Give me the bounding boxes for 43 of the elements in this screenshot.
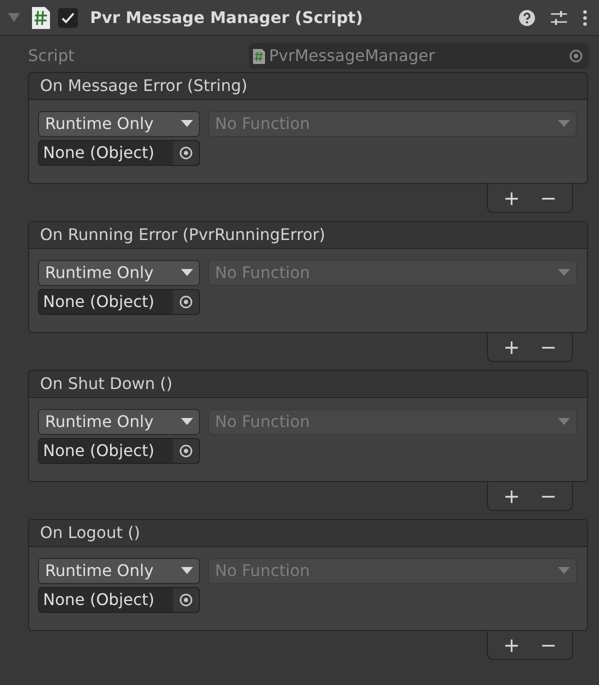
event-header: On Running Error (PvrRunningError) <box>28 221 588 249</box>
dropdown-arrow-icon <box>181 269 193 277</box>
add-button[interactable]: + <box>497 486 526 506</box>
script-file-icon <box>32 6 50 28</box>
checkmark-icon <box>61 12 75 24</box>
dropdown-arrow-icon <box>558 120 570 128</box>
mode-dropdown[interactable]: Runtime Only <box>38 111 200 137</box>
object-field[interactable]: None (Object) <box>38 289 200 315</box>
remove-button[interactable]: − <box>534 635 563 655</box>
remove-button[interactable]: − <box>534 486 563 506</box>
add-button[interactable]: + <box>497 337 526 357</box>
script-field[interactable]: PvrMessageManager <box>249 43 589 69</box>
dropdown-arrow-icon <box>181 120 193 128</box>
more-options-icon[interactable] <box>583 10 587 26</box>
object-picker-icon <box>179 146 193 160</box>
add-button[interactable]: + <box>497 188 526 208</box>
object-picker-icon <box>179 444 193 458</box>
event-header: On Logout () <box>28 519 588 547</box>
object-field[interactable]: None (Object) <box>38 587 200 613</box>
mode-dropdown[interactable]: Runtime Only <box>38 558 200 584</box>
remove-button[interactable]: − <box>534 337 563 357</box>
dropdown-arrow-icon <box>558 567 570 575</box>
add-button[interactable]: + <box>497 635 526 655</box>
presets-icon[interactable] <box>551 10 567 26</box>
mode-dropdown[interactable]: Runtime Only <box>38 409 200 435</box>
dropdown-arrow-icon <box>181 418 193 426</box>
object-field[interactable]: None (Object) <box>38 438 200 464</box>
event-header: On Message Error (String) <box>28 72 588 100</box>
object-field[interactable]: None (Object) <box>38 140 200 166</box>
script-file-icon <box>253 48 265 64</box>
dropdown-arrow-icon <box>558 418 570 426</box>
dropdown-arrow-icon <box>181 567 193 575</box>
event-header: On Shut Down () <box>28 370 588 398</box>
dropdown-arrow-icon <box>558 269 570 277</box>
object-picker-icon <box>179 295 193 309</box>
mode-dropdown[interactable]: Runtime Only <box>38 260 200 286</box>
enabled-checkbox[interactable] <box>58 8 78 28</box>
object-picker-icon <box>569 49 583 63</box>
object-picker-icon <box>179 593 193 607</box>
component-title: Pvr Message Manager (Script) <box>90 6 363 28</box>
script-label: Script <box>28 45 76 67</box>
help-icon[interactable] <box>519 10 535 26</box>
remove-button[interactable]: − <box>534 188 563 208</box>
